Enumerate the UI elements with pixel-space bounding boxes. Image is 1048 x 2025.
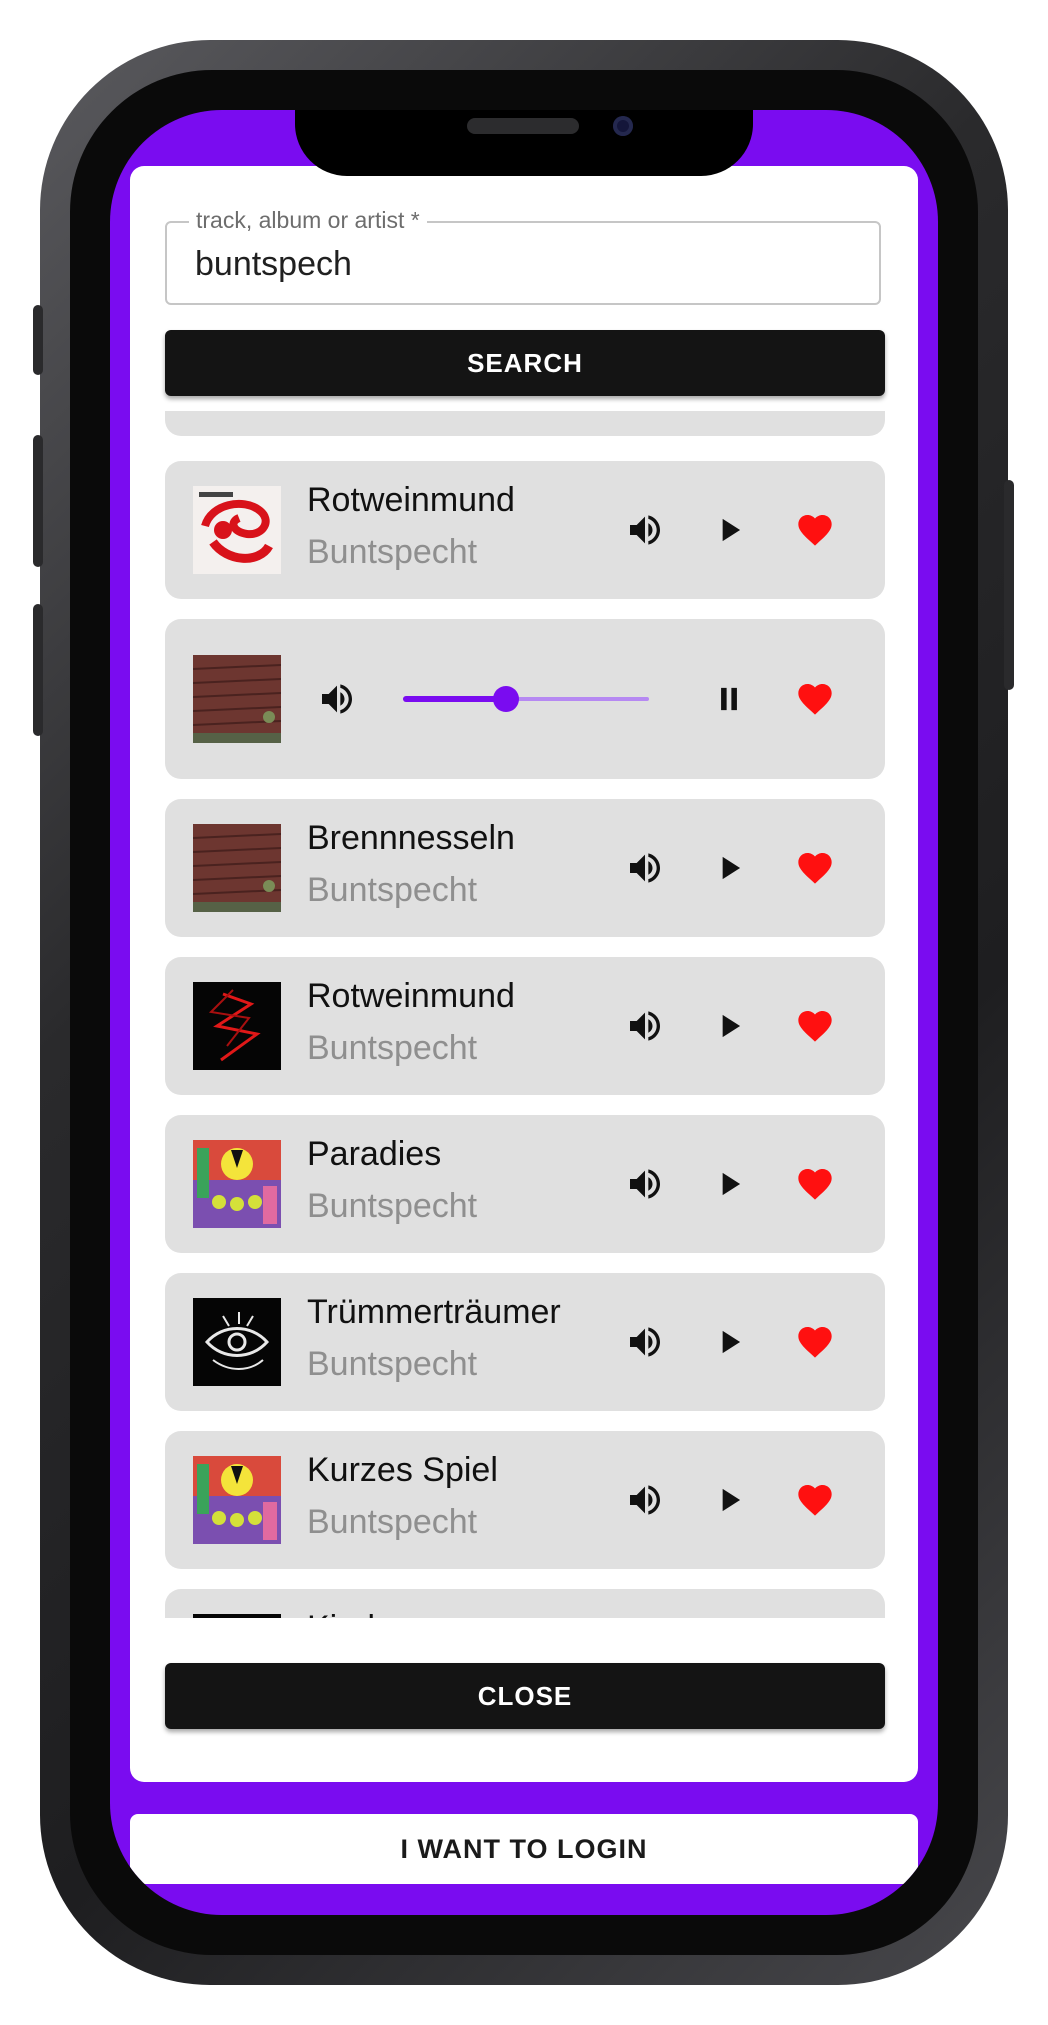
- favorite-button[interactable]: [793, 1320, 837, 1364]
- track-title: Trümmerträumer: [307, 1293, 561, 1331]
- heart-icon: [795, 1164, 835, 1204]
- play-icon: [710, 1481, 748, 1519]
- volume-button[interactable]: [623, 846, 667, 890]
- heart-icon: [795, 1480, 835, 1520]
- search-dialog: track, album or artist * buntspech SEARC…: [130, 166, 918, 1782]
- track-artist: Buntspecht: [307, 1029, 478, 1067]
- volume-icon: [317, 679, 357, 719]
- track-title: Kind: [307, 1609, 375, 1618]
- favorite-button[interactable]: [793, 1004, 837, 1048]
- side-button-volume-down: [33, 604, 43, 736]
- volume-icon: [625, 1006, 665, 1046]
- speaker-grille: [467, 118, 579, 134]
- volume-slider[interactable]: [403, 686, 649, 712]
- album-art: [193, 1298, 281, 1386]
- album-art: [193, 1140, 281, 1228]
- album-art: [193, 655, 281, 743]
- side-button-volume-up: [33, 435, 43, 567]
- volume-icon: [625, 1322, 665, 1362]
- play-icon: [710, 849, 748, 887]
- track-title: Brennnesseln: [307, 819, 515, 857]
- track-artist: Buntspecht: [307, 1503, 478, 1541]
- side-button-mute: [33, 305, 43, 375]
- album-art: [193, 1456, 281, 1544]
- search-button[interactable]: SEARCH: [165, 330, 885, 396]
- volume-button[interactable]: [315, 677, 359, 721]
- side-button-power: [1004, 480, 1014, 690]
- play-button[interactable]: [707, 1478, 751, 1522]
- favorite-button[interactable]: [793, 508, 837, 552]
- album-art: [193, 1614, 281, 1618]
- album-art: [193, 824, 281, 912]
- album-art: [193, 982, 281, 1070]
- play-button[interactable]: [707, 1004, 751, 1048]
- search-input-label: track, album or artist *: [189, 207, 427, 234]
- play-button[interactable]: [707, 846, 751, 890]
- volume-button[interactable]: [623, 1320, 667, 1364]
- result-row[interactable]: Brennnesseln Buntspecht: [165, 799, 885, 937]
- track-title: Rotweinmund: [307, 977, 515, 1015]
- favorite-button[interactable]: [793, 1162, 837, 1206]
- result-row[interactable]: Trümmerträumer Buntspecht: [165, 1273, 885, 1411]
- track-artist: Buntspecht: [307, 871, 478, 909]
- track-title: Paradies: [307, 1135, 442, 1173]
- heart-icon: [795, 510, 835, 550]
- play-icon: [710, 1165, 748, 1203]
- pause-button[interactable]: [707, 677, 751, 721]
- volume-button[interactable]: [623, 1004, 667, 1048]
- front-camera: [613, 116, 633, 136]
- play-button[interactable]: [707, 1162, 751, 1206]
- result-row[interactable]: Rotweinmund Buntspecht: [165, 461, 885, 599]
- close-button[interactable]: CLOSE: [165, 1663, 885, 1729]
- play-button[interactable]: [707, 1320, 751, 1364]
- result-row-playing[interactable]: [165, 619, 885, 779]
- play-icon: [710, 1007, 748, 1045]
- results-list[interactable]: Rotweinmund Buntspecht Brennnesseln Buntspe…: [130, 411, 918, 1618]
- track-artist: Buntspecht: [307, 1345, 478, 1383]
- volume-icon: [625, 510, 665, 550]
- login-button[interactable]: I WANT TO LOGIN: [130, 1814, 918, 1884]
- favorite-button[interactable]: [793, 677, 837, 721]
- album-art: [193, 486, 281, 574]
- track-title: Rotweinmund: [307, 481, 515, 519]
- volume-icon: [625, 848, 665, 888]
- heart-icon: [795, 848, 835, 888]
- favorite-button[interactable]: [793, 1478, 837, 1522]
- volume-icon: [625, 1480, 665, 1520]
- volume-icon: [625, 1164, 665, 1204]
- play-icon: [710, 1323, 748, 1361]
- result-row[interactable]: KindBuntspecht: [165, 1589, 885, 1618]
- heart-icon: [795, 679, 835, 719]
- slider-fill: [403, 696, 507, 702]
- track-title: Kurzes Spiel: [307, 1451, 498, 1489]
- result-row-partial[interactable]: [165, 411, 885, 436]
- volume-button[interactable]: [623, 1162, 667, 1206]
- play-button[interactable]: [707, 508, 751, 552]
- result-row[interactable]: Kurzes Spiel Buntspecht: [165, 1431, 885, 1569]
- result-row[interactable]: Paradies Buntspecht: [165, 1115, 885, 1253]
- phone-notch: [295, 110, 753, 176]
- favorite-button[interactable]: [793, 846, 837, 890]
- track-artist: Buntspecht: [307, 533, 478, 571]
- result-row[interactable]: Rotweinmund Buntspecht: [165, 957, 885, 1095]
- heart-icon: [795, 1006, 835, 1046]
- volume-button[interactable]: [623, 1478, 667, 1522]
- app-screen: track, album or artist * buntspech SEARC…: [110, 110, 938, 1915]
- search-input[interactable]: track, album or artist * buntspech: [165, 207, 881, 305]
- slider-thumb[interactable]: [493, 686, 520, 712]
- track-artist: Buntspecht: [307, 1187, 478, 1225]
- pause-icon: [710, 680, 748, 718]
- volume-button[interactable]: [623, 508, 667, 552]
- heart-icon: [795, 1322, 835, 1362]
- play-icon: [710, 511, 748, 549]
- search-input-value[interactable]: buntspech: [195, 245, 352, 284]
